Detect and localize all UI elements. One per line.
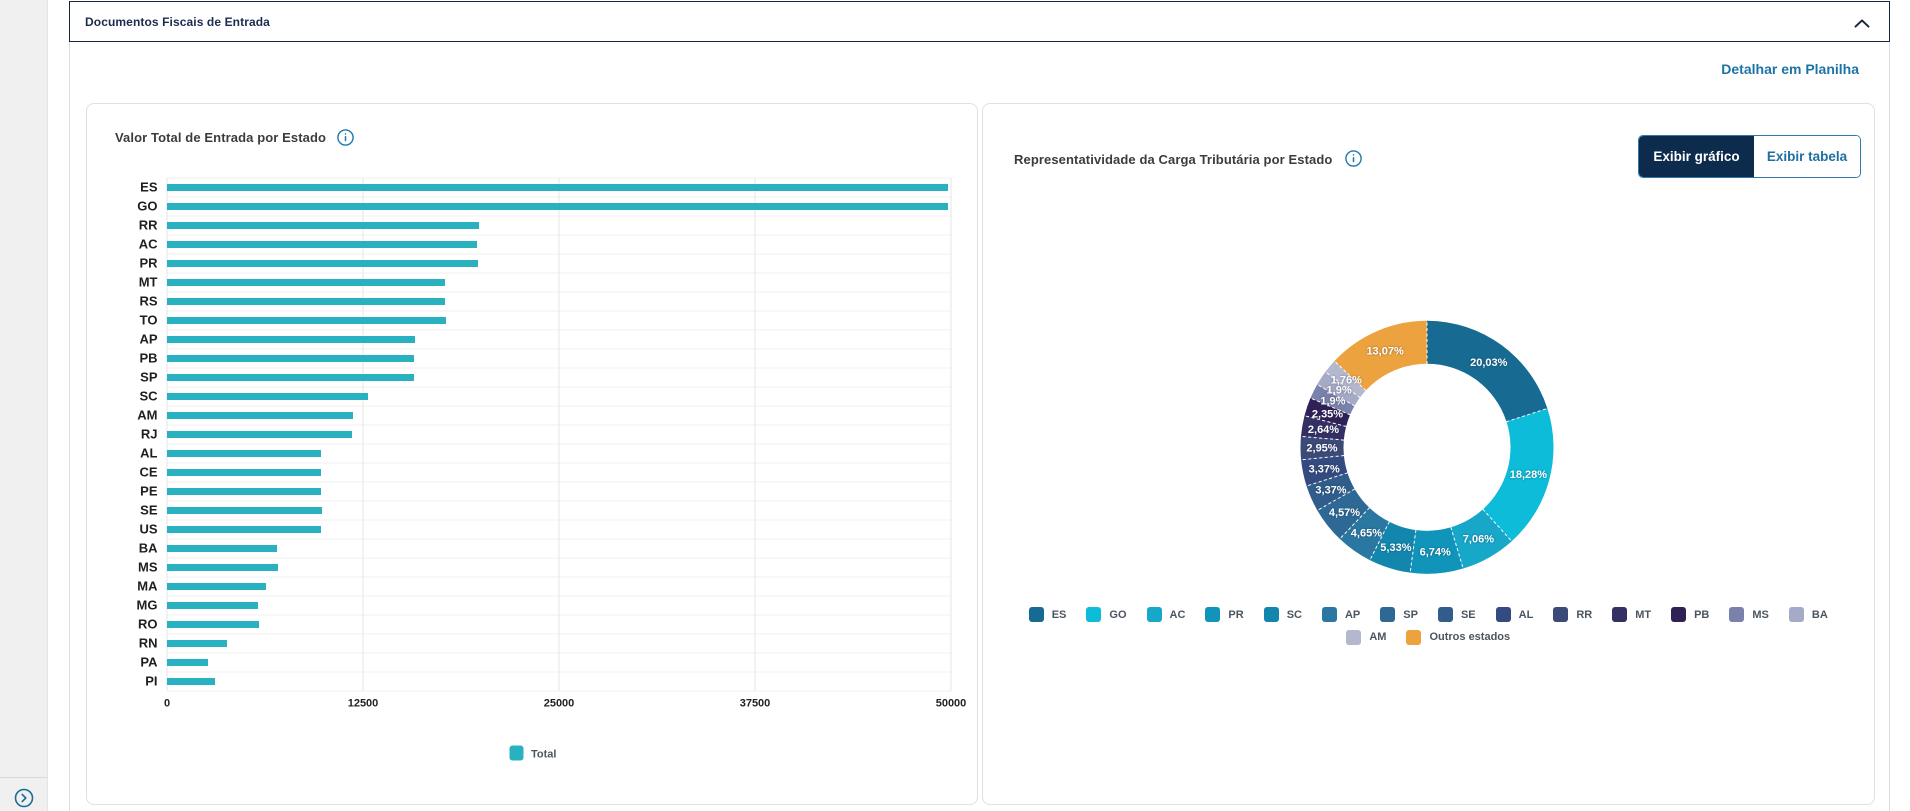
svg-text:AP: AP: [139, 332, 157, 347]
svg-text:12500: 12500: [348, 698, 379, 710]
svg-text:7,06%: 7,06%: [1463, 533, 1494, 545]
svg-text:RO: RO: [138, 617, 158, 632]
svg-text:SP: SP: [140, 370, 158, 385]
svg-text:4,65%: 4,65%: [1351, 528, 1382, 540]
svg-text:BA: BA: [139, 541, 158, 556]
svg-text:50000: 50000: [936, 698, 967, 710]
svg-text:AM: AM: [137, 408, 157, 423]
svg-text:PI: PI: [145, 674, 157, 689]
svg-text:CE: CE: [139, 465, 157, 480]
svg-text:RS: RS: [139, 294, 157, 309]
svg-text:0: 0: [164, 698, 170, 710]
svg-text:PR: PR: [139, 256, 158, 271]
svg-text:1,9%: 1,9%: [1320, 395, 1345, 407]
svg-text:MG: MG: [137, 598, 158, 613]
svg-text:13,07%: 13,07%: [1366, 346, 1404, 358]
svg-text:37500: 37500: [740, 698, 771, 710]
svg-text:RJ: RJ: [141, 427, 158, 442]
svg-text:3,37%: 3,37%: [1315, 484, 1346, 496]
svg-text:2,35%: 2,35%: [1312, 408, 1343, 420]
svg-text:PE: PE: [140, 484, 158, 499]
svg-text:RN: RN: [139, 636, 158, 651]
svg-text:SC: SC: [139, 389, 158, 404]
svg-text:5,33%: 5,33%: [1380, 542, 1411, 554]
svg-text:25000: 25000: [544, 698, 575, 710]
svg-text:AL: AL: [140, 446, 157, 461]
svg-text:2,95%: 2,95%: [1306, 443, 1337, 455]
svg-text:MA: MA: [137, 579, 158, 594]
svg-text:US: US: [139, 522, 157, 537]
svg-text:2,64%: 2,64%: [1308, 424, 1339, 436]
svg-text:1,76%: 1,76%: [1331, 375, 1362, 387]
svg-text:6,74%: 6,74%: [1420, 547, 1451, 559]
svg-text:18,28%: 18,28%: [1510, 469, 1548, 481]
svg-text:4,57%: 4,57%: [1329, 507, 1360, 519]
svg-text:20,03%: 20,03%: [1470, 357, 1508, 369]
svg-text:PB: PB: [139, 351, 157, 366]
svg-text:MT: MT: [139, 275, 158, 290]
svg-text:MS: MS: [138, 560, 158, 575]
svg-text:SE: SE: [140, 503, 158, 518]
svg-text:3,37%: 3,37%: [1309, 463, 1340, 475]
svg-text:GO: GO: [137, 199, 157, 214]
svg-text:AC: AC: [139, 237, 158, 252]
svg-text:ES: ES: [140, 180, 158, 195]
svg-text:TO: TO: [140, 313, 158, 328]
svg-text:RR: RR: [139, 218, 158, 233]
svg-text:Total: Total: [531, 749, 556, 761]
svg-text:PA: PA: [140, 655, 158, 670]
